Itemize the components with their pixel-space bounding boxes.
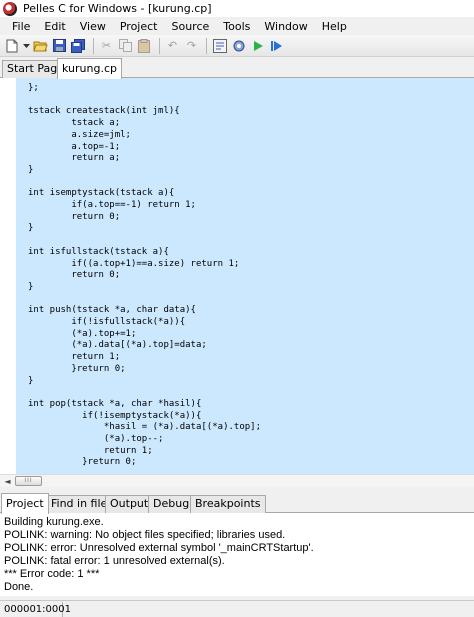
- output-line: Done.: [4, 581, 34, 593]
- code-line: };: [28, 83, 39, 93]
- scroll-left-icon[interactable]: ◄: [1, 476, 14, 487]
- cursor-position: 000001:0001: [0, 602, 71, 617]
- cut-icon[interactable]: ✂: [98, 37, 115, 54]
- code-line: }return 0;: [28, 457, 137, 468]
- paste-icon[interactable]: [136, 37, 153, 54]
- menu-view[interactable]: View: [73, 20, 113, 33]
- copy-icon[interactable]: [117, 37, 134, 54]
- code-line: *hasil = (*a).data[(*a).top];: [28, 422, 261, 433]
- output-line: POLINK: error: Unresolved external symbo…: [4, 542, 314, 554]
- code-line: return 0;: [28, 270, 121, 281]
- scrollbar-thumb[interactable]: III: [15, 476, 42, 486]
- undo-icon[interactable]: ↶: [164, 37, 181, 54]
- code-line: }: [28, 164, 34, 175]
- output-tab-strip: Project Find in files Output Debug Break…: [0, 492, 474, 514]
- status-bar: 000001:0001: [0, 600, 474, 617]
- editor-gutter: [0, 78, 16, 474]
- code-line: (*a).top+=1;: [28, 328, 137, 339]
- open-folder-icon[interactable]: [32, 37, 49, 54]
- save-icon[interactable]: [51, 37, 68, 54]
- menu-project[interactable]: Project: [113, 20, 165, 33]
- code-line: int push(tstack *a, char data){: [28, 305, 196, 316]
- menu-window[interactable]: Window: [257, 20, 314, 33]
- execute-icon[interactable]: [249, 37, 266, 54]
- title-bar: Pelles C for Windows - [kurung.cp]: [0, 0, 474, 17]
- tab-breakpoints[interactable]: Breakpoints: [190, 495, 266, 513]
- tab-output[interactable]: Output: [105, 495, 154, 513]
- menu-file[interactable]: File: [5, 20, 37, 33]
- save-all-icon[interactable]: [70, 37, 87, 54]
- menu-source[interactable]: Source: [164, 20, 216, 33]
- dropdown-arrow-icon[interactable]: [22, 37, 30, 54]
- code-line: return 1;: [28, 352, 121, 363]
- menu-edit[interactable]: Edit: [37, 20, 72, 33]
- code-line: int isfullstack(tstack a){: [28, 246, 169, 257]
- code-line: (*a).data[(*a).top]=data;: [28, 340, 207, 351]
- compile-icon[interactable]: [211, 37, 228, 54]
- code-line: a.size=jml;: [28, 129, 131, 140]
- code-line: int isemptystack(tstack a){: [28, 188, 175, 199]
- code-line: return 1;: [28, 445, 153, 456]
- redo-icon[interactable]: ↷: [183, 37, 200, 54]
- code-line: if((a.top+1)==a.size) return 1;: [28, 258, 240, 269]
- tab-kurung-cp[interactable]: kurung.cp: [57, 58, 122, 79]
- toolbar: ✂ ↶ ↷: [0, 35, 474, 57]
- code-line: }return 0;: [28, 363, 126, 374]
- pelles-c-app-icon[interactable]: [3, 1, 17, 16]
- output-line: POLINK: warning: No object files specifi…: [4, 529, 286, 541]
- tab-project[interactable]: Project: [1, 493, 49, 514]
- toolbar-separator: [93, 37, 94, 54]
- code-line: (*a).top--;: [28, 434, 164, 444]
- window-title: Pelles C for Windows - [kurung.cp]: [23, 2, 212, 15]
- output-line: POLINK: fatal error: 1 unresolved extern…: [4, 555, 225, 567]
- menu-bar: File Edit View Project Source Tools Wind…: [0, 17, 474, 35]
- new-file-icon[interactable]: [3, 37, 20, 54]
- code-line: if(!isfullstack(*a)){: [28, 317, 186, 327]
- build-output-panel[interactable]: Building kurung.exe. POLINK: warning: No…: [0, 513, 474, 596]
- code-line: }: [28, 375, 34, 386]
- code-line: return 0;: [28, 211, 121, 222]
- menu-tools[interactable]: Tools: [216, 20, 257, 33]
- code-line: }: [28, 281, 34, 292]
- code-line: tstack createstack(int jml){: [28, 106, 180, 117]
- code-text-area[interactable]: }; tstack createstack(int jml){ tstack a;…: [16, 78, 474, 474]
- tab-debug[interactable]: Debug: [148, 495, 195, 513]
- code-line: }: [28, 223, 34, 234]
- horizontal-scrollbar[interactable]: ◄ III: [0, 474, 474, 487]
- editor-tab-strip: Start Page kurung.cp: [0, 57, 474, 79]
- menu-help[interactable]: Help: [315, 20, 354, 33]
- output-line: Building kurung.exe.: [4, 516, 104, 528]
- code-line: if(a.top==-1) return 1;: [28, 200, 196, 210]
- code-line: a.top=-1;: [28, 141, 121, 152]
- code-line: return a;: [28, 153, 121, 164]
- debug-icon[interactable]: [268, 37, 285, 54]
- code-line: tstack a;: [28, 118, 121, 129]
- code-editor[interactable]: }; tstack createstack(int jml){ tstack a;…: [0, 78, 474, 474]
- build-icon[interactable]: [230, 37, 247, 54]
- toolbar-separator: [206, 37, 207, 54]
- code-line: if(!isemptystack(*a)){: [28, 410, 202, 421]
- toolbar-separator: [159, 37, 160, 54]
- code-line: int pop(tstack *a, char *hasil){: [28, 398, 202, 409]
- output-line: *** Error code: 1 ***: [4, 568, 100, 580]
